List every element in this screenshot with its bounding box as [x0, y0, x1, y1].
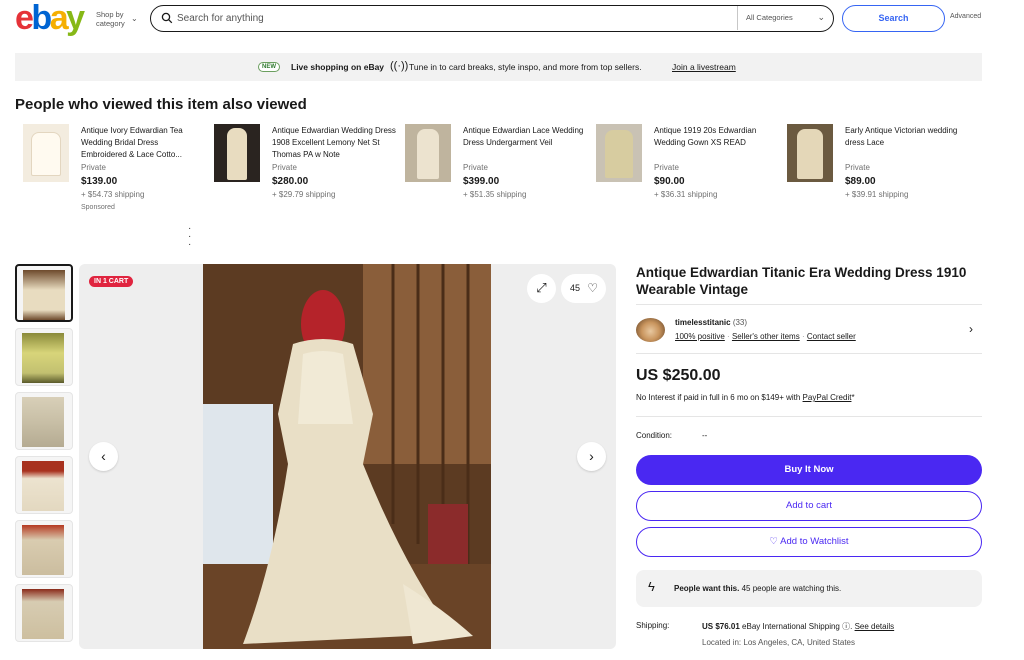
rec-item-seller: Private — [272, 163, 297, 172]
search-icon — [161, 12, 173, 24]
shipping-label: Shipping: — [636, 621, 670, 630]
shipping-info: US $76.01 eBay International Shipping ⓘ.… — [702, 622, 895, 631]
divider — [636, 353, 982, 354]
ebay-logo[interactable]: ebay — [15, 1, 85, 35]
wedding-dress-illustration — [203, 264, 491, 649]
financing-note: No Interest if paid in full in 6 mo on $… — [636, 393, 855, 402]
contact-seller-link[interactable]: Contact seller — [807, 332, 856, 341]
rec-item-card[interactable]: Antique Edwardian Lace Wedding Dress Und… — [397, 124, 585, 224]
live-shopping-banner: NEW Live shopping on eBay ((·)) Tune in … — [15, 53, 982, 81]
rec-item-price: $89.00 — [845, 176, 876, 187]
rec-item-card[interactable]: Antique 1919 20s Edwardian Wedding Gown … — [588, 124, 776, 224]
chevron-down-icon: ⌄ — [817, 12, 825, 22]
next-image-button[interactable]: › — [577, 442, 606, 471]
people-want-this-banner: ϟ People want this. 45 people are watchi… — [636, 570, 982, 607]
join-livestream-link[interactable]: Join a livestream — [672, 62, 736, 72]
chevron-right-icon: › — [589, 448, 594, 464]
rec-item-shipping: + $39.91 shipping — [845, 190, 909, 199]
watch-count-button[interactable]: 45 ♡ — [561, 274, 606, 303]
rec-item-price: $90.00 — [654, 176, 685, 187]
rec-item-shipping: + $29.79 shipping — [272, 190, 336, 199]
paypal-credit-link[interactable]: PayPal Credit — [803, 393, 852, 402]
rec-item-image[interactable] — [214, 124, 260, 182]
info-icon[interactable]: ⓘ — [842, 622, 850, 631]
rec-item-title[interactable]: Early Antique Victorian wedding dress La… — [845, 125, 970, 161]
search-input[interactable] — [177, 9, 717, 27]
main-product-image[interactable]: IN 1 CART ⤢ 45 ♡ ‹ › — [79, 264, 616, 649]
chevron-left-icon: ‹ — [101, 448, 106, 464]
rec-item-price: $139.00 — [81, 176, 118, 187]
in-cart-badge: IN 1 CART — [89, 276, 134, 287]
thumbnail-image[interactable] — [15, 264, 73, 322]
rec-item-seller: Private — [845, 163, 870, 172]
broadcast-icon: ((·)) — [390, 60, 409, 72]
divider — [636, 304, 982, 305]
buy-it-now-button[interactable]: Buy It Now — [636, 455, 982, 485]
rec-item-image[interactable] — [596, 124, 642, 182]
rec-item-seller: Private — [654, 163, 679, 172]
also-viewed-heading: People who viewed this item also viewed — [15, 96, 307, 113]
heart-icon: ♡ — [769, 536, 779, 547]
rec-item-image[interactable] — [405, 124, 451, 182]
search-bar: All Categories ⌄ — [150, 5, 834, 32]
rec-item-title[interactable]: Antique 1919 20s Edwardian Wedding Gown … — [654, 125, 779, 161]
more-options-icon[interactable]: · · · — [188, 224, 191, 250]
shop-by-category-button[interactable]: Shop by category ⌄ — [96, 10, 138, 28]
thumbnail-image[interactable] — [15, 520, 73, 578]
rec-item-shipping: + $54.73 shipping — [81, 190, 145, 199]
thumbnail-image[interactable] — [15, 584, 73, 642]
rec-item-image[interactable] — [23, 124, 69, 182]
rec-item-seller: Private — [463, 163, 488, 172]
sponsored-label: Sponsored — [81, 204, 115, 211]
rec-item-title[interactable]: Antique Ivory Edwardian Tea Wedding Brid… — [81, 125, 206, 161]
rec-item-title[interactable]: Antique Edwardian Lace Wedding Dress Und… — [463, 125, 588, 161]
rec-item-card[interactable]: Antique Edwardian Wedding Dress 1908 Exc… — [206, 124, 397, 224]
live-banner-description: Tune in to card breaks, style inspo, and… — [409, 62, 642, 72]
chevron-down-icon: ⌄ — [131, 14, 138, 23]
seller-name[interactable]: timelesstitanic (33) — [675, 318, 747, 327]
seller-avatar[interactable] — [636, 318, 665, 342]
search-button[interactable]: Search — [842, 5, 945, 32]
rec-item-title[interactable]: Antique Edwardian Wedding Dress 1908 Exc… — [272, 125, 397, 161]
lightning-icon: ϟ — [648, 579, 655, 594]
previous-image-button[interactable]: ‹ — [89, 442, 118, 471]
add-to-watchlist-button[interactable]: ♡ Add to Watchlist — [636, 527, 982, 557]
item-price: US $250.00 — [636, 367, 721, 384]
rec-item-shipping: + $51.35 shipping — [463, 190, 527, 199]
add-to-cart-button[interactable]: Add to cart — [636, 491, 982, 521]
live-banner-title: Live shopping on eBay — [291, 62, 385, 72]
seller-feedback-count: (33) — [732, 318, 748, 327]
category-select[interactable]: All Categories ⌄ — [737, 6, 833, 30]
rec-item-image[interactable] — [787, 124, 833, 182]
expand-icon[interactable]: ⤢ — [527, 274, 556, 303]
advanced-search-link[interactable]: Advanced — [950, 13, 981, 20]
thumbnail-image[interactable] — [15, 392, 73, 450]
see-details-link[interactable]: See details — [855, 622, 895, 631]
seller-other-items-link[interactable]: Seller's other items — [732, 332, 800, 341]
divider — [636, 416, 982, 417]
seller-links: 100% positive · Seller's other items · C… — [675, 332, 856, 341]
chevron-right-icon[interactable]: › — [969, 322, 973, 336]
rec-item-price: $399.00 — [463, 176, 500, 187]
product-photo — [203, 264, 491, 649]
heart-icon: ♡ — [587, 281, 598, 295]
rec-item-shipping: + $36.31 shipping — [654, 190, 718, 199]
condition-label: Condition: — [636, 431, 673, 440]
condition-value: -- — [702, 431, 708, 440]
rec-item-seller: Private — [81, 163, 106, 172]
new-badge: NEW — [258, 62, 280, 72]
item-title: Antique Edwardian Titanic Era Wedding Dr… — [636, 265, 967, 297]
thumbnail-image[interactable] — [15, 328, 73, 386]
rec-item-card[interactable]: Antique Ivory Edwardian Tea Wedding Brid… — [15, 124, 203, 224]
thumbnail-image[interactable] — [15, 456, 73, 514]
positive-feedback-link[interactable]: 100% positive — [675, 332, 725, 341]
rec-item-price: $280.00 — [272, 176, 309, 187]
item-location: Located in: Los Angeles, CA, United Stat… — [702, 638, 855, 647]
rec-item-card[interactable]: Early Antique Victorian wedding dress La… — [779, 124, 967, 224]
